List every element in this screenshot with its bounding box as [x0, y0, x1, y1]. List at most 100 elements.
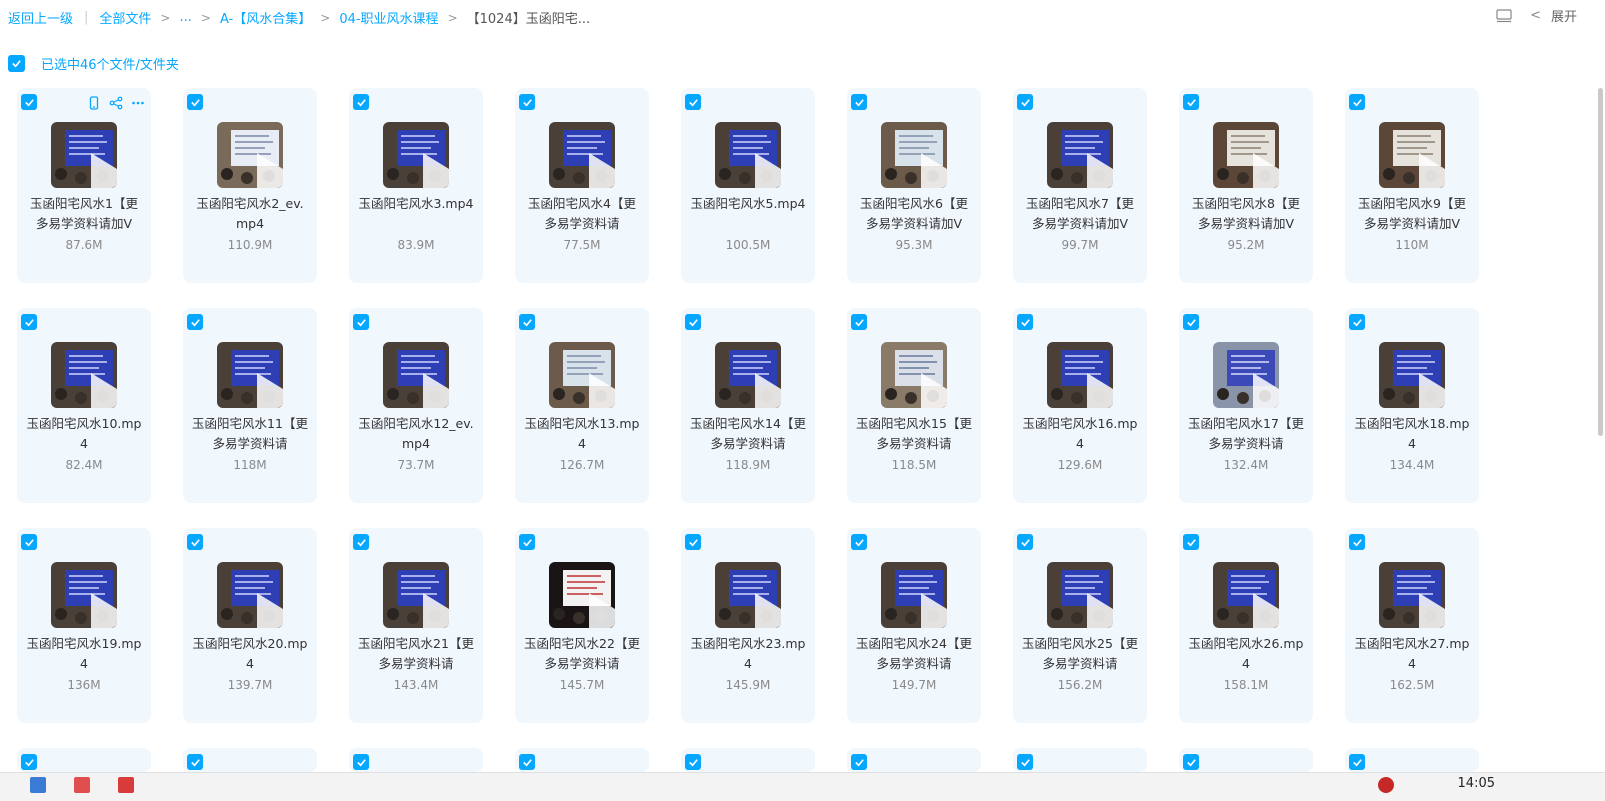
file-card[interactable]: 玉函阳宅风水19.mp4 136M	[17, 528, 151, 723]
video-thumbnail[interactable]	[1213, 562, 1279, 628]
video-thumbnail[interactable]	[715, 562, 781, 628]
file-checkbox[interactable]	[1349, 94, 1365, 110]
file-name[interactable]: 玉函阳宅风水3.mp4	[357, 194, 475, 234]
file-card[interactable]	[681, 748, 815, 772]
file-card[interactable]: 玉函阳宅风水6【更多易学资料请加V 95.3M	[847, 88, 981, 283]
video-thumbnail[interactable]	[51, 342, 117, 408]
file-checkbox[interactable]	[519, 94, 535, 110]
video-thumbnail[interactable]	[715, 122, 781, 188]
file-card[interactable]: 玉函阳宅风水10.mp4 82.4M	[17, 308, 151, 503]
video-thumbnail[interactable]	[217, 342, 283, 408]
video-thumbnail[interactable]	[881, 342, 947, 408]
file-checkbox[interactable]	[685, 94, 701, 110]
video-thumbnail[interactable]	[51, 562, 117, 628]
video-thumbnail[interactable]	[1047, 562, 1113, 628]
file-card[interactable]	[847, 748, 981, 772]
file-card[interactable]	[17, 748, 151, 772]
more-icon[interactable]	[131, 96, 145, 110]
file-card[interactable]: 玉函阳宅风水16.mp4 129.6M	[1013, 308, 1147, 503]
file-checkbox[interactable]	[1017, 534, 1033, 550]
file-checkbox[interactable]	[1349, 754, 1365, 770]
file-name[interactable]: 玉函阳宅风水17【更多易学资料请	[1187, 414, 1305, 454]
file-checkbox[interactable]	[851, 754, 867, 770]
file-checkbox[interactable]	[187, 534, 203, 550]
phone-icon[interactable]	[87, 96, 101, 110]
video-thumbnail[interactable]	[1379, 562, 1445, 628]
file-checkbox[interactable]	[353, 754, 369, 770]
video-thumbnail[interactable]	[1379, 122, 1445, 188]
file-name[interactable]: 玉函阳宅风水21【更多易学资料请	[357, 634, 475, 674]
file-checkbox[interactable]	[519, 754, 535, 770]
file-card[interactable]: 玉函阳宅风水9【更多易学资料请加V 110M	[1345, 88, 1479, 283]
file-checkbox[interactable]	[353, 534, 369, 550]
file-checkbox[interactable]	[1017, 314, 1033, 330]
file-checkbox[interactable]	[1017, 94, 1033, 110]
file-name[interactable]: 玉函阳宅风水23.mp4	[689, 634, 807, 674]
file-checkbox[interactable]	[1183, 754, 1199, 770]
video-thumbnail[interactable]	[1213, 342, 1279, 408]
file-checkbox[interactable]	[1349, 534, 1365, 550]
file-card[interactable]: 玉函阳宅风水13.mp4 126.7M	[515, 308, 649, 503]
file-name[interactable]: 玉函阳宅风水25【更多易学资料请	[1021, 634, 1139, 674]
tray-icon[interactable]	[1378, 777, 1394, 793]
video-thumbnail[interactable]	[881, 562, 947, 628]
file-name[interactable]: 玉函阳宅风水27.mp4	[1353, 634, 1471, 674]
file-checkbox[interactable]	[685, 754, 701, 770]
file-name[interactable]: 玉函阳宅风水16.mp4	[1021, 414, 1139, 454]
file-card[interactable]: 玉函阳宅风水7【更多易学资料请加V 99.7M	[1013, 88, 1147, 283]
video-thumbnail[interactable]	[715, 342, 781, 408]
file-card[interactable]	[183, 748, 317, 772]
file-name[interactable]: 玉函阳宅风水19.mp4	[25, 634, 143, 674]
file-card[interactable]: 玉函阳宅风水4【更多易学资料请 77.5M	[515, 88, 649, 283]
scrollbar-thumb[interactable]	[1598, 88, 1603, 436]
file-checkbox[interactable]	[21, 94, 37, 110]
file-name[interactable]: 玉函阳宅风水26.mp4	[1187, 634, 1305, 674]
file-name[interactable]: 玉函阳宅风水5.mp4	[689, 194, 807, 234]
file-card[interactable]: 玉函阳宅风水12_ev.mp4 73.7M	[349, 308, 483, 503]
file-name[interactable]: 玉函阳宅风水11【更多易学资料请	[191, 414, 309, 454]
file-name[interactable]: 玉函阳宅风水4【更多易学资料请	[523, 194, 641, 234]
video-thumbnail[interactable]	[383, 122, 449, 188]
file-checkbox[interactable]	[21, 754, 37, 770]
file-name[interactable]: 玉函阳宅风水2_ev.mp4	[191, 194, 309, 234]
video-thumbnail[interactable]	[1047, 122, 1113, 188]
file-card[interactable]: 玉函阳宅风水23.mp4 145.9M	[681, 528, 815, 723]
file-card[interactable]: 玉函阳宅风水8【更多易学资料请加V 95.2M	[1179, 88, 1313, 283]
file-checkbox[interactable]	[519, 314, 535, 330]
file-name[interactable]: 玉函阳宅风水9【更多易学资料请加V	[1353, 194, 1471, 234]
file-card[interactable]: 玉函阳宅风水2_ev.mp4 110.9M	[183, 88, 317, 283]
file-card[interactable]	[349, 748, 483, 772]
file-name[interactable]: 玉函阳宅风水24【更多易学资料请	[855, 634, 973, 674]
file-checkbox[interactable]	[353, 94, 369, 110]
file-checkbox[interactable]	[1349, 314, 1365, 330]
video-thumbnail[interactable]	[549, 562, 615, 628]
file-name[interactable]: 玉函阳宅风水7【更多易学资料请加V	[1021, 194, 1139, 234]
file-checkbox[interactable]	[21, 314, 37, 330]
file-card[interactable]	[1179, 748, 1313, 772]
file-checkbox[interactable]	[1017, 754, 1033, 770]
file-name[interactable]: 玉函阳宅风水13.mp4	[523, 414, 641, 454]
file-name[interactable]: 玉函阳宅风水18.mp4	[1353, 414, 1471, 454]
file-name[interactable]: 玉函阳宅风水8【更多易学资料请加V	[1187, 194, 1305, 234]
video-thumbnail[interactable]	[549, 342, 615, 408]
file-card[interactable]: 玉函阳宅风水21【更多易学资料请 143.4M	[349, 528, 483, 723]
file-checkbox[interactable]	[1183, 314, 1199, 330]
app-icon[interactable]	[118, 777, 134, 793]
file-checkbox[interactable]	[685, 534, 701, 550]
file-card[interactable]: 玉函阳宅风水14【更多易学资料请 118.9M	[681, 308, 815, 503]
app-icon[interactable]	[30, 777, 46, 793]
file-card[interactable]: 玉函阳宅风水25【更多易学资料请 156.2M	[1013, 528, 1147, 723]
file-card[interactable]: 玉函阳宅风水5.mp4 100.5M	[681, 88, 815, 283]
video-thumbnail[interactable]	[383, 562, 449, 628]
file-card[interactable]	[515, 748, 649, 772]
file-checkbox[interactable]	[851, 94, 867, 110]
file-name[interactable]: 玉函阳宅风水1【更多易学资料请加V	[25, 194, 143, 234]
file-name[interactable]: 玉函阳宅风水12_ev.mp4	[357, 414, 475, 454]
file-name[interactable]: 玉函阳宅风水14【更多易学资料请	[689, 414, 807, 454]
file-checkbox[interactable]	[187, 754, 203, 770]
file-checkbox[interactable]	[353, 314, 369, 330]
video-thumbnail[interactable]	[383, 342, 449, 408]
file-card[interactable]: 玉函阳宅风水15【更多易学资料请 118.5M	[847, 308, 981, 503]
file-checkbox[interactable]	[851, 534, 867, 550]
file-name[interactable]: 玉函阳宅风水6【更多易学资料请加V	[855, 194, 973, 234]
